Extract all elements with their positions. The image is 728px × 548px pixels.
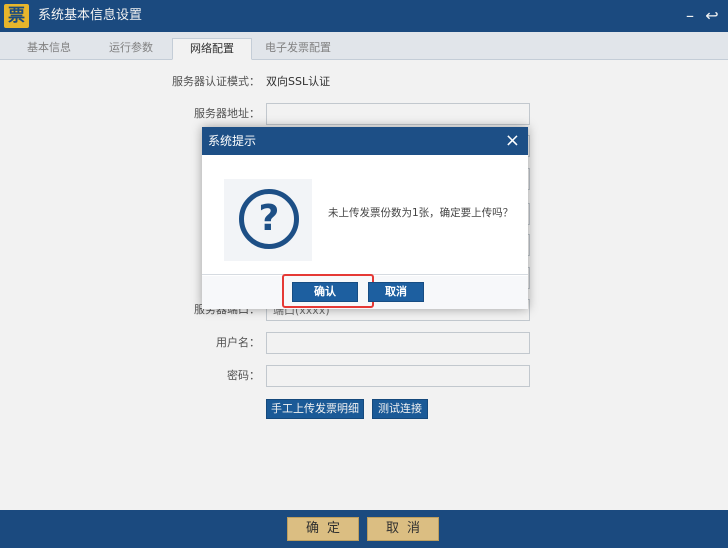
dialog-confirm-button[interactable]: 确认	[292, 282, 358, 302]
dialog-title: 系统提示	[208, 134, 257, 148]
question-icon: ?	[239, 189, 299, 249]
close-icon[interactable]: ×	[505, 127, 520, 155]
question-icon-box: ?	[224, 179, 312, 261]
dialog-header: 系统提示 ×	[202, 127, 528, 155]
dialog-body: ? 未上传发票份数为1张，确定要上传吗？	[202, 155, 528, 275]
system-prompt-dialog: 系统提示 × ? 未上传发票份数为1张，确定要上传吗？ 确认 取消	[202, 127, 528, 309]
dialog-cancel-button[interactable]: 取消	[368, 282, 424, 302]
dialog-message: 未上传发票份数为1张，确定要上传吗？	[328, 207, 514, 219]
dialog-footer: 确认 取消	[202, 274, 528, 309]
